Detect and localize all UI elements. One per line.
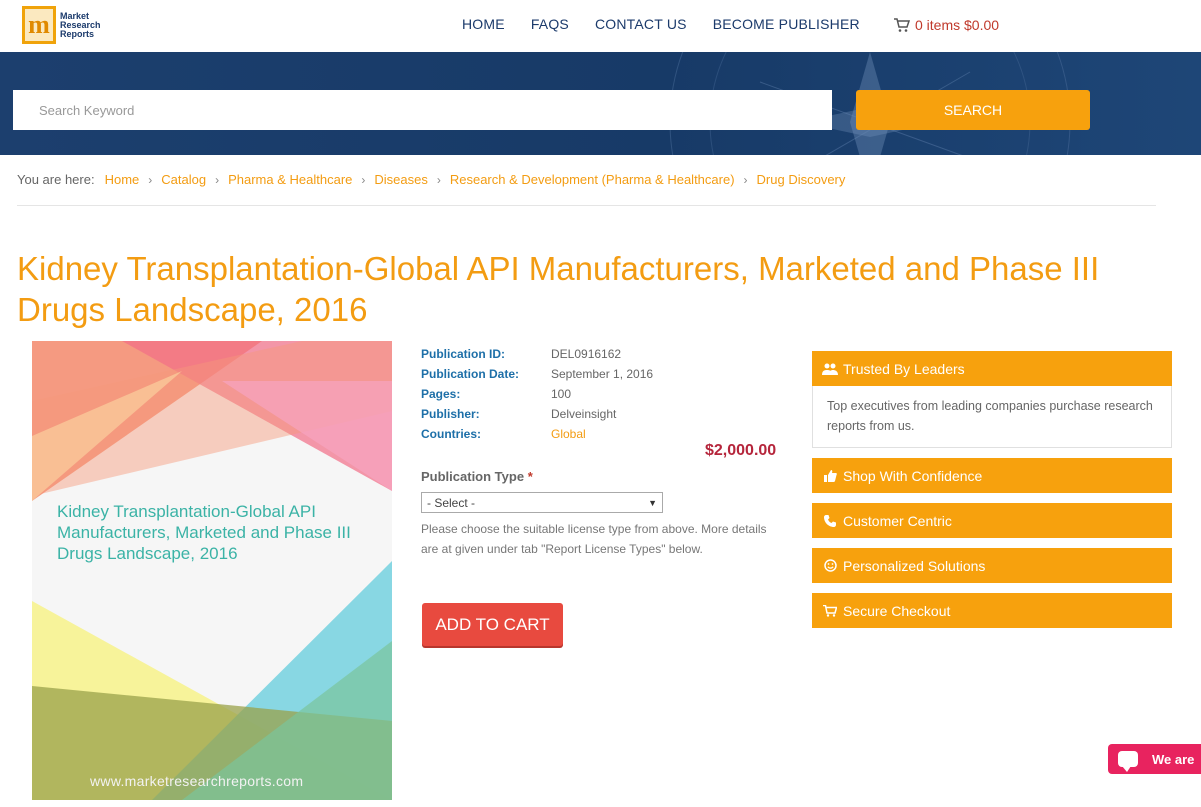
search-banner: Search Keyword SEARCH <box>0 52 1201 155</box>
cart-link[interactable]: 0 items $0.00 <box>893 17 999 33</box>
shop-with-confidence-header: Shop With Confidence <box>812 458 1172 493</box>
detail-row: Pages: 100 <box>421 384 653 404</box>
site-header: m Market Research Reports HOME FAQS CONT… <box>0 0 1201 52</box>
countries-link[interactable]: Global <box>551 427 586 441</box>
divider <box>17 205 1156 206</box>
breadcrumb-separator-icon: › <box>215 172 220 187</box>
detail-value: Delveinsight <box>551 407 617 421</box>
cart-icon <box>822 604 838 617</box>
smile-icon <box>822 559 838 572</box>
detail-value: DEL0916162 <box>551 347 622 361</box>
nav-home[interactable]: HOME <box>462 16 505 32</box>
breadcrumb-separator-icon: › <box>743 172 748 187</box>
publication-details: Publication ID: DEL0916162 Publication D… <box>421 344 653 444</box>
site-logo[interactable]: m Market Research Reports <box>22 4 106 46</box>
breadcrumb-separator-icon: › <box>361 172 366 187</box>
cover-artwork <box>32 341 392 800</box>
trusted-body: Top executives from leading companies pu… <box>812 386 1172 448</box>
customer-centric-title: Customer Centric <box>843 512 952 529</box>
breadcrumb-home[interactable]: Home <box>105 172 140 187</box>
detail-row: Publication ID: DEL0916162 <box>421 344 653 364</box>
detail-label: Publisher: <box>421 407 480 421</box>
breadcrumb-pharma[interactable]: Pharma & Healthcare <box>228 172 352 187</box>
select-value: - Select - <box>427 495 476 510</box>
nav-become-publisher[interactable]: BECOME PUBLISHER <box>713 16 860 32</box>
breadcrumb-separator-icon: › <box>148 172 153 187</box>
secure-checkout-title: Secure Checkout <box>843 602 951 619</box>
chat-widget-button[interactable]: We are <box>1108 744 1201 774</box>
chat-label: We are <box>1152 751 1195 767</box>
cart-summary: 0 items $0.00 <box>915 17 1000 33</box>
page-title: Kidney Transplantation-Global API Manufa… <box>17 250 1100 328</box>
breadcrumb-prefix: You are here: <box>17 172 95 187</box>
personalized-solutions-box[interactable]: Personalized Solutions <box>812 548 1172 583</box>
breadcrumb-separator-icon: › <box>436 172 441 187</box>
detail-label: Pages: <box>421 387 461 401</box>
secure-checkout-box[interactable]: Secure Checkout <box>812 593 1172 628</box>
personalized-solutions-header: Personalized Solutions <box>812 548 1172 583</box>
logo-mark: m <box>22 6 56 44</box>
detail-label: Publication Date: <box>421 367 520 381</box>
detail-value: September 1, 2016 <box>551 367 654 381</box>
breadcrumb-drug-discovery[interactable]: Drug Discovery <box>757 172 846 187</box>
logo-wordmark: Market Research Reports <box>60 11 101 39</box>
cover-title: Kidney Transplantation-Global API Manufa… <box>57 502 351 563</box>
cover-url: www.marketresearchreports.com <box>90 773 304 789</box>
customer-centric-box[interactable]: Customer Centric <box>812 503 1172 538</box>
shop-with-confidence-box[interactable]: Shop With Confidence <box>812 458 1172 493</box>
customer-centric-header: Customer Centric <box>812 503 1172 538</box>
add-to-cart-button[interactable]: ADD TO CART <box>422 603 563 646</box>
breadcrumb: You are here: Home › Catalog › Pharma & … <box>17 172 845 187</box>
cart-icon <box>894 17 910 32</box>
nav-faqs[interactable]: FAQS <box>531 16 569 32</box>
main-nav: HOME FAQS CONTACT US BECOME PUBLISHER <box>462 16 886 32</box>
trusted-title: Trusted By Leaders <box>843 360 965 377</box>
publication-type-select[interactable]: - Select - ▼ <box>421 492 663 513</box>
breadcrumb-catalog[interactable]: Catalog <box>161 172 206 187</box>
trusted-by-leaders-header: Trusted By Leaders <box>812 351 1172 386</box>
nav-contact-us[interactable]: CONTACT US <box>595 16 687 32</box>
trusted-by-leaders-box: Trusted By Leaders Top executives from l… <box>812 351 1172 448</box>
chat-bubble-icon <box>1118 751 1138 772</box>
required-marker: * <box>527 469 533 484</box>
breadcrumb-research[interactable]: Research & Development (Pharma & Healthc… <box>450 172 735 187</box>
detail-row: Publication Date: September 1, 2016 <box>421 364 653 384</box>
phone-icon <box>822 514 838 527</box>
price: $2,000.00 <box>705 442 777 459</box>
detail-row: Countries: Global <box>421 424 653 444</box>
detail-value: 100 <box>551 387 572 401</box>
detail-label: Countries: <box>421 427 481 441</box>
search-button[interactable]: SEARCH <box>856 90 1090 130</box>
breadcrumb-diseases[interactable]: Diseases <box>374 172 427 187</box>
detail-label: Publication ID: <box>421 347 505 361</box>
publication-type-label: Publication Type * <box>421 469 533 484</box>
dropdown-arrow-icon: ▼ <box>648 497 657 508</box>
personalized-solutions-title: Personalized Solutions <box>843 557 986 574</box>
publication-type-text: Publication Type <box>421 469 525 484</box>
secure-checkout-header: Secure Checkout <box>812 593 1172 628</box>
license-help-text: Please choose the suitable license type … <box>421 522 767 556</box>
search-input[interactable]: Search Keyword <box>13 90 832 130</box>
report-cover-image: Kidney Transplantation-Global API Manufa… <box>32 341 392 800</box>
logo-line: Reports <box>60 28 95 39</box>
shop-with-confidence-title: Shop With Confidence <box>843 467 983 484</box>
detail-row: Publisher: Delveinsight <box>421 404 653 424</box>
thumbs-up-icon <box>822 469 838 482</box>
users-icon <box>822 363 838 375</box>
